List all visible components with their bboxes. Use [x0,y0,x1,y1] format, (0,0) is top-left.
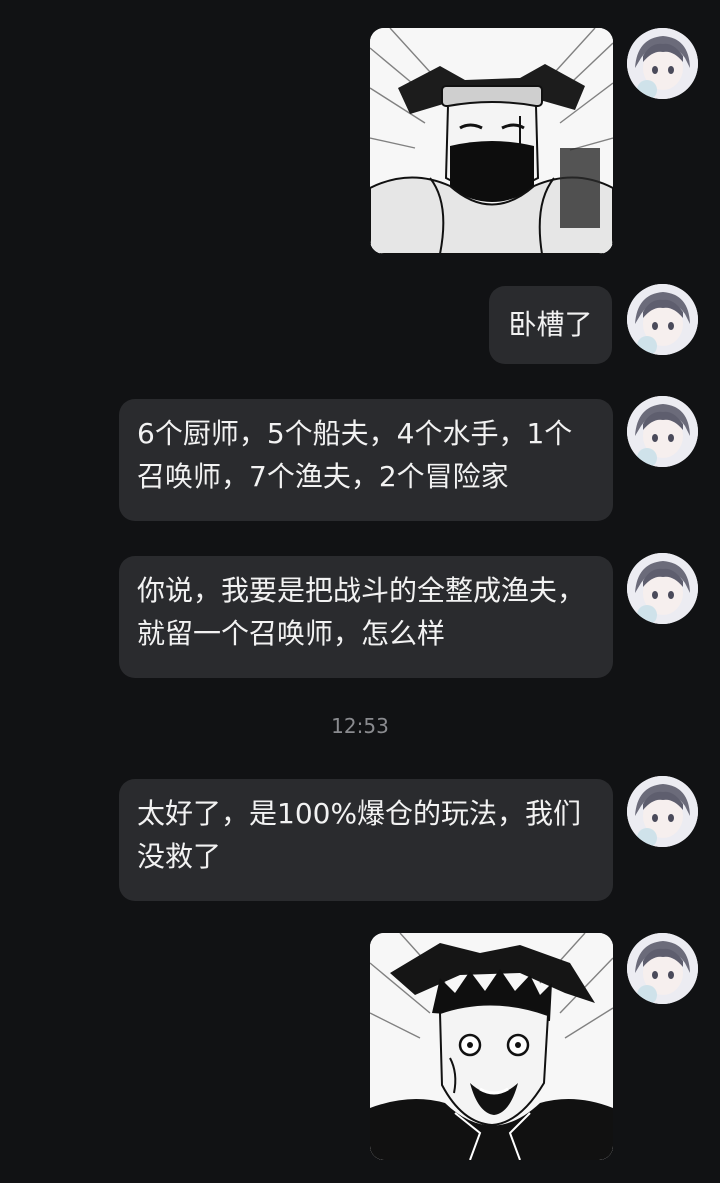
user-avatar-icon [627,396,698,467]
chat-message-list[interactable]: 卧槽了 6个厨师，5个船夫，4个水手，1个召唤师，7个渔夫，2个冒险家 你说，我… [0,0,720,1183]
message-bubble[interactable]: 6个厨师，5个船夫，4个水手，1个召唤师，7个渔夫，2个冒险家 [119,399,613,521]
user-avatar-icon [627,28,698,99]
sticker-message-obito[interactable] [370,933,613,1160]
user-avatar-icon [627,776,698,847]
avatar[interactable] [627,776,698,847]
user-avatar-icon [627,933,698,1004]
message-text: 太好了，是100%爆仓的玩法，我们没救了 [137,797,582,873]
message-bubble[interactable]: 你说，我要是把战斗的全整成渔夫，就留一个召唤师，怎么样 [119,556,613,678]
kakashi-manga-sticker-icon [370,28,613,254]
message-text: 卧槽了 [508,308,593,341]
avatar[interactable] [627,933,698,1004]
message-text: 你说，我要是把战斗的全整成渔夫，就留一个召唤师，怎么样 [137,574,586,650]
avatar[interactable] [627,396,698,467]
user-avatar-icon [627,284,698,355]
avatar[interactable] [627,284,698,355]
message-timestamp: 12:53 [331,714,389,738]
message-text: 6个厨师，5个船夫，4个水手，1个召唤师，7个渔夫，2个冒险家 [137,417,573,493]
sticker-message-kakashi[interactable] [370,28,613,254]
avatar[interactable] [627,553,698,624]
obito-manga-sticker-icon [370,933,613,1160]
user-avatar-icon [627,553,698,624]
avatar[interactable] [627,28,698,99]
message-bubble[interactable]: 太好了，是100%爆仓的玩法，我们没救了 [119,779,613,901]
message-bubble[interactable]: 卧槽了 [489,286,612,364]
